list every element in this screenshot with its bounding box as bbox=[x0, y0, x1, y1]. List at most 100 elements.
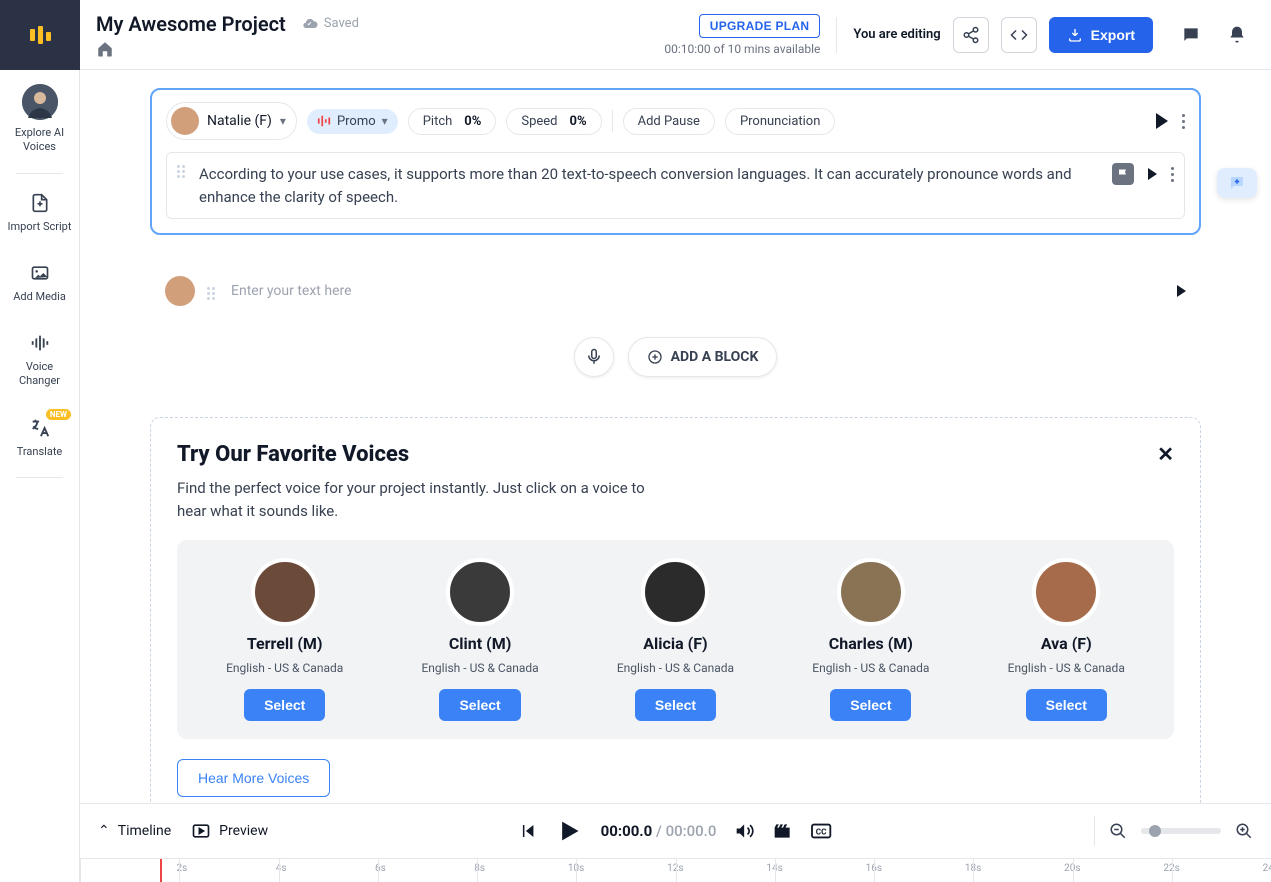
block-more-button[interactable] bbox=[1182, 114, 1185, 129]
captions-button[interactable]: CC bbox=[810, 820, 832, 842]
zoom-out-button[interactable] bbox=[1109, 822, 1127, 840]
cloud-icon bbox=[302, 16, 318, 32]
play-line-button[interactable] bbox=[1177, 285, 1186, 297]
select-voice-button[interactable]: Select bbox=[439, 689, 520, 721]
emphasis-button[interactable] bbox=[1112, 163, 1134, 185]
voice-avatar-icon bbox=[171, 107, 199, 135]
voice-card[interactable]: Alicia (F) English - US & Canada Select bbox=[585, 558, 765, 721]
pronunciation-button[interactable]: Pronunciation bbox=[725, 108, 835, 135]
add-pause-button[interactable]: Add Pause bbox=[623, 108, 715, 135]
voice-card-lang: English - US & Canada bbox=[617, 661, 734, 675]
style-selector[interactable]: Promo ▾ bbox=[307, 109, 398, 134]
voices-panel-subtitle: Find the perfect voice for your project … bbox=[177, 477, 657, 522]
comment-plus-icon bbox=[1228, 174, 1246, 192]
record-button[interactable] bbox=[574, 337, 614, 377]
text-input[interactable]: According to your use cases, it supports… bbox=[195, 161, 1102, 210]
voice-avatar-icon bbox=[165, 276, 195, 306]
voice-card-lang: English - US & Canada bbox=[812, 661, 929, 675]
play-block-button[interactable] bbox=[1156, 113, 1168, 129]
chat-icon bbox=[1181, 25, 1201, 45]
embed-button[interactable] bbox=[1001, 17, 1037, 53]
drag-handle[interactable] bbox=[177, 161, 185, 178]
upgrade-plan-button[interactable]: UPGRADE PLAN bbox=[699, 14, 821, 38]
cc-icon: CC bbox=[810, 820, 832, 842]
voice-avatar bbox=[641, 558, 709, 626]
sidebar-explore-voices[interactable]: Explore AI Voices bbox=[0, 70, 79, 169]
scene-button[interactable] bbox=[772, 821, 792, 841]
voice-card-name: Terrell (M) bbox=[247, 634, 323, 653]
add-block-button[interactable]: ADD A BLOCK bbox=[628, 337, 778, 377]
share-button[interactable] bbox=[953, 17, 989, 53]
add-comment-button[interactable] bbox=[1217, 168, 1257, 198]
voice-card[interactable]: Charles (M) English - US & Canada Select bbox=[781, 558, 961, 721]
chat-button[interactable] bbox=[1173, 17, 1209, 53]
voice-card-lang: English - US & Canada bbox=[226, 661, 343, 675]
drag-icon bbox=[177, 165, 185, 178]
chevron-down-icon: ▾ bbox=[280, 114, 286, 128]
line-more-button[interactable] bbox=[1171, 167, 1174, 182]
sidebar-add-media[interactable]: Add Media bbox=[0, 248, 79, 318]
skip-back-icon bbox=[519, 822, 537, 840]
bottom-bar: ⌃ Timeline Preview 00:00.0 / 00:00.0 bbox=[80, 803, 1271, 882]
sidebar-voice-changer[interactable]: Voice Changer bbox=[0, 318, 79, 403]
app-logo[interactable] bbox=[0, 0, 80, 70]
voice-selector[interactable]: Natalie (F) ▾ bbox=[166, 102, 297, 140]
code-icon bbox=[1010, 26, 1028, 44]
home-icon[interactable] bbox=[96, 40, 359, 58]
voice-card-name: Clint (M) bbox=[449, 634, 512, 653]
play-icon bbox=[555, 817, 583, 845]
voice-card-name: Alicia (F) bbox=[643, 634, 707, 653]
ruler-tick: 24s bbox=[1172, 859, 1271, 882]
new-badge: NEW bbox=[46, 409, 71, 420]
export-button[interactable]: Export bbox=[1049, 17, 1153, 53]
select-voice-button[interactable]: Select bbox=[635, 689, 716, 721]
pitch-control[interactable]: Pitch 0% bbox=[408, 108, 497, 135]
voice-card[interactable]: Clint (M) English - US & Canada Select bbox=[390, 558, 570, 721]
ruler-tick: 16s bbox=[775, 859, 874, 882]
volume-icon bbox=[734, 821, 754, 841]
hear-more-voices-button[interactable]: Hear More Voices bbox=[177, 759, 330, 797]
drag-icon bbox=[207, 287, 215, 300]
sidebar-import-script[interactable]: Import Script bbox=[0, 178, 79, 248]
time-available: 00:10:00 of 10 mins available bbox=[664, 42, 820, 56]
preview-icon bbox=[191, 821, 211, 841]
skip-back-button[interactable] bbox=[519, 822, 537, 840]
media-icon bbox=[29, 262, 51, 284]
chevron-up-icon: ⌃ bbox=[98, 823, 110, 839]
sidebar-translate[interactable]: NEW Translate bbox=[0, 403, 79, 473]
play-line-button[interactable] bbox=[1148, 168, 1157, 180]
ruler-tick: 8s bbox=[378, 859, 477, 882]
preview-button[interactable]: Preview bbox=[191, 821, 268, 841]
flag-plus-icon bbox=[1117, 168, 1129, 180]
ruler-tick: 14s bbox=[676, 859, 775, 882]
text-placeholder[interactable]: Enter your text here bbox=[227, 283, 1165, 299]
drag-handle[interactable] bbox=[207, 283, 215, 300]
select-voice-button[interactable]: Select bbox=[830, 689, 911, 721]
volume-button[interactable] bbox=[734, 821, 754, 841]
project-title[interactable]: My Awesome Project bbox=[96, 12, 286, 36]
timeline-toggle[interactable]: ⌃ Timeline bbox=[98, 823, 171, 839]
time-display: 00:00.0 / 00:00.0 bbox=[601, 822, 717, 840]
mic-icon bbox=[585, 348, 603, 366]
favorite-voices-panel: Try Our Favorite Voices Find the perfect… bbox=[150, 417, 1201, 803]
select-voice-button[interactable]: Select bbox=[244, 689, 325, 721]
voice-card[interactable]: Ava (F) English - US & Canada Select bbox=[976, 558, 1156, 721]
voice-avatar bbox=[837, 558, 905, 626]
empty-block[interactable]: Enter your text here bbox=[150, 265, 1201, 317]
play-button[interactable] bbox=[555, 817, 583, 845]
download-icon bbox=[1067, 27, 1083, 43]
close-panel-button[interactable]: ✕ bbox=[1157, 442, 1174, 466]
voice-card[interactable]: Terrell (M) English - US & Canada Select bbox=[195, 558, 375, 721]
voice-card-name: Ava (F) bbox=[1041, 634, 1092, 653]
select-voice-button[interactable]: Select bbox=[1026, 689, 1107, 721]
notifications-button[interactable] bbox=[1219, 17, 1255, 53]
ruler-tick: 6s bbox=[279, 859, 378, 882]
ruler-tick: 10s bbox=[477, 859, 576, 882]
sidebar-label: Voice Changer bbox=[4, 360, 75, 389]
speed-control[interactable]: Speed 0% bbox=[506, 108, 601, 135]
saved-status: Saved bbox=[302, 16, 359, 32]
zoom-in-button[interactable] bbox=[1235, 822, 1253, 840]
zoom-slider[interactable] bbox=[1141, 828, 1221, 834]
timeline-ruler[interactable]: 2s4s6s8s10s12s14s16s18s20s22s24s bbox=[80, 858, 1271, 882]
voice-card-lang: English - US & Canada bbox=[1008, 661, 1125, 675]
